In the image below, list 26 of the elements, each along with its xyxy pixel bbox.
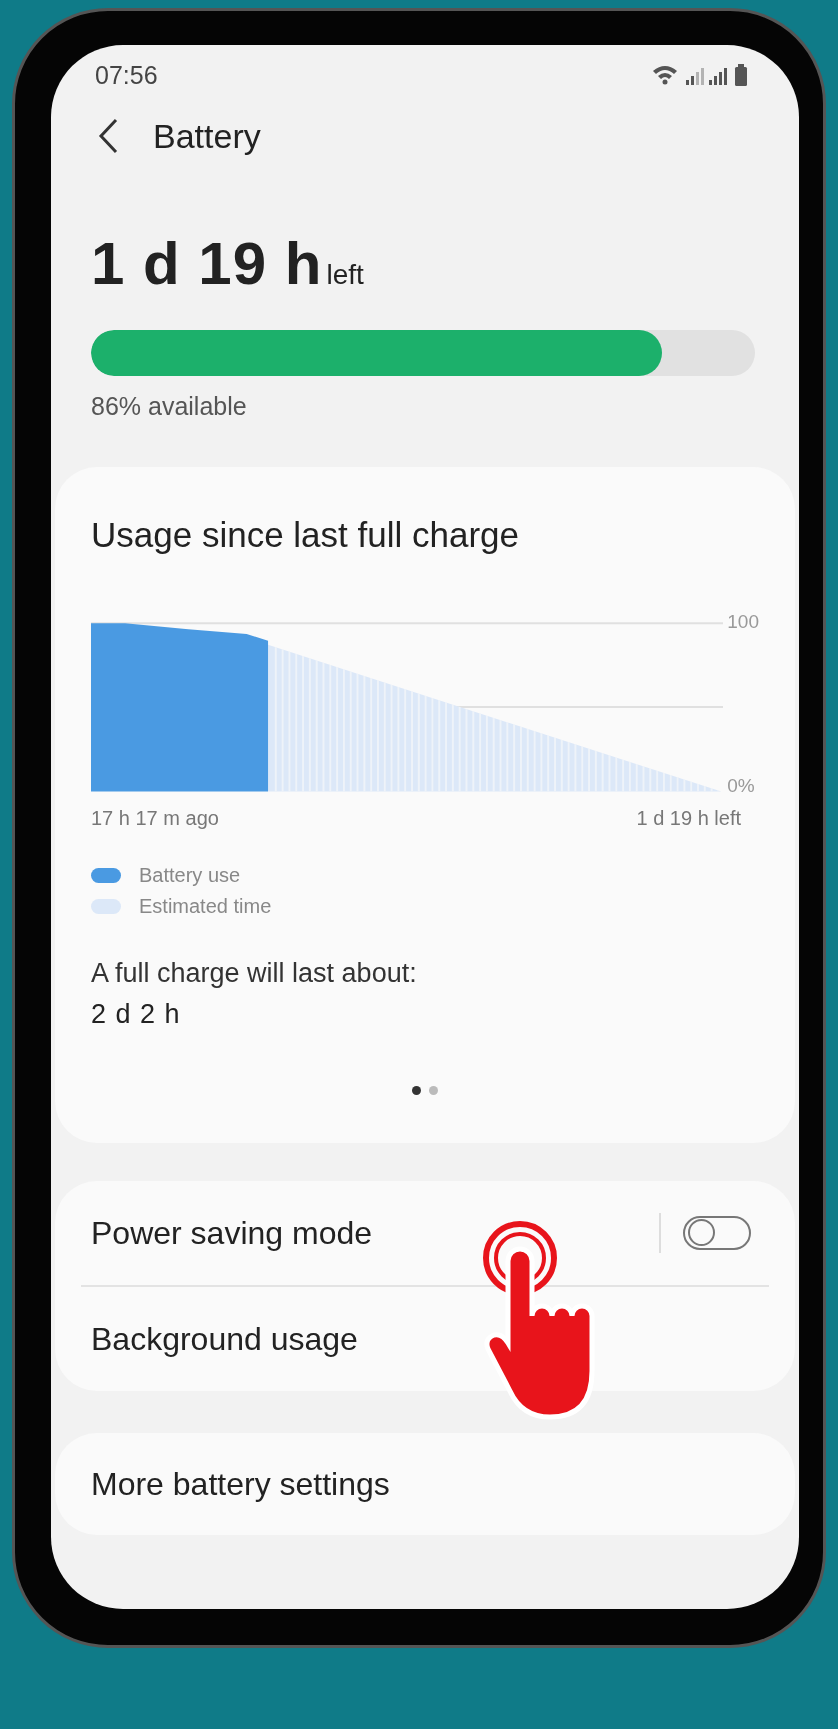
page-indicator-dot[interactable] <box>429 1086 438 1095</box>
full-charge-label: A full charge will last about: <box>91 958 418 989</box>
battery-available: 86% available <box>91 392 248 421</box>
full-charge-value: 2 d 2 h <box>91 999 182 1030</box>
signal-icon <box>709 68 727 85</box>
status-time: 07:56 <box>95 60 158 90</box>
x-axis-end-label: 1 d 19 h left <box>636 807 741 830</box>
toggle-switch[interactable] <box>683 1216 751 1250</box>
settings-row[interactable]: Background usage <box>55 1287 795 1391</box>
wifi-icon <box>653 66 677 85</box>
x-axis-start-label: 17 h 17 m ago <box>91 807 219 830</box>
y-axis-tick: 0% <box>727 775 756 797</box>
time-remaining: 1 d 19 h <box>91 229 323 298</box>
more-battery-settings[interactable]: More battery settings <box>91 1465 390 1503</box>
time-remaining-suffix: left <box>326 259 364 291</box>
setting-label: Background usage <box>91 1320 359 1358</box>
page-indicator-dot[interactable] <box>412 1086 421 1095</box>
legend-label: Estimated time <box>139 895 272 918</box>
setting-label: Power saving mode <box>91 1214 374 1252</box>
settings-row[interactable]: Power saving mode <box>55 1181 795 1285</box>
signal-icon <box>686 68 704 85</box>
battery-icon <box>735 64 747 86</box>
legend-label: Battery use <box>139 864 241 887</box>
page-title: Battery <box>153 116 261 156</box>
y-axis-tick: 100 <box>727 611 759 633</box>
card-title: Usage since last full charge <box>91 515 520 555</box>
